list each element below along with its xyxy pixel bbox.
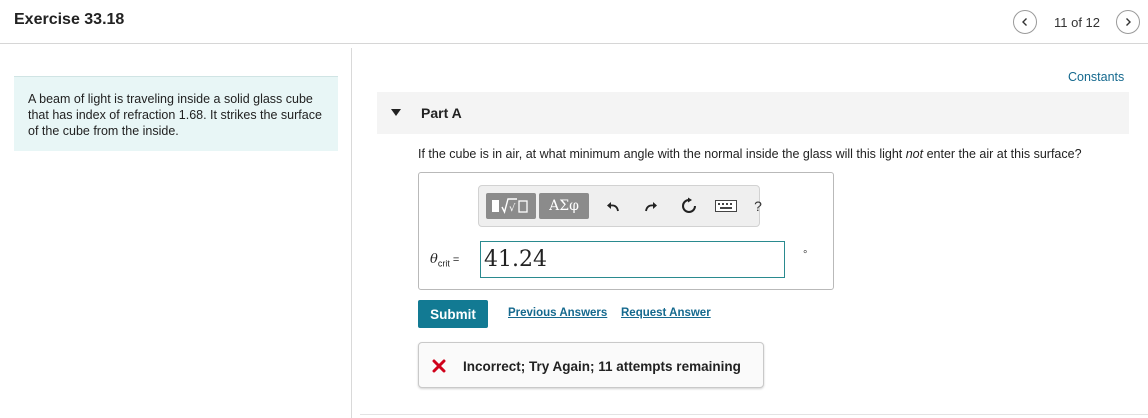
- part-a-header[interactable]: Part A: [377, 92, 1129, 134]
- previous-item-button[interactable]: [1013, 10, 1037, 34]
- help-button[interactable]: ?: [751, 193, 765, 219]
- redo-button[interactable]: [639, 193, 661, 219]
- redo-icon: [645, 202, 657, 212]
- x-icon: [432, 359, 446, 373]
- column-divider: [351, 48, 352, 418]
- part-label: Part A: [421, 105, 462, 121]
- problem-text: A beam of light is traveling inside a so…: [28, 92, 322, 138]
- undo-button[interactable]: [603, 193, 625, 219]
- answer-variable-label: θcrit =: [430, 252, 459, 269]
- request-answer-link[interactable]: Request Answer: [621, 307, 711, 319]
- template-icon: √: [492, 198, 528, 214]
- degree-unit: °: [803, 249, 808, 261]
- answer-input[interactable]: [480, 241, 785, 278]
- question-text: If the cube is in air, at what minimum a…: [418, 147, 1082, 161]
- template-button[interactable]: √: [486, 193, 536, 219]
- question-text-before: If the cube is in air, at what minimum a…: [418, 147, 906, 161]
- question-text-after: enter the air at this surface?: [923, 147, 1082, 161]
- next-item-button[interactable]: [1116, 10, 1140, 34]
- chevron-right-icon: [1126, 18, 1131, 26]
- feedback-text: Incorrect; Try Again; 11 attempts remain…: [463, 359, 741, 374]
- equals-sign: =: [452, 254, 460, 266]
- keyboard-button[interactable]: [715, 193, 737, 219]
- chevron-left-icon: [1022, 18, 1027, 26]
- variable-symbol: θ: [430, 252, 438, 267]
- question-emphasis: not: [905, 147, 924, 161]
- problem-statement: A beam of light is traveling inside a so…: [14, 76, 338, 151]
- submit-button[interactable]: Submit: [418, 300, 488, 328]
- svg-text:√: √: [509, 203, 516, 214]
- math-toolbar: √ ΑΣφ ?: [478, 185, 762, 227]
- keyboard-icon: [715, 200, 737, 212]
- header-bar: Exercise 33.18 11 of 12: [0, 0, 1148, 44]
- bottom-divider: [360, 414, 1148, 415]
- page-indicator: 11 of 12: [1054, 15, 1101, 30]
- reset-icon: [682, 197, 696, 213]
- greek-letters-button[interactable]: ΑΣφ: [539, 193, 589, 219]
- undo-icon: [607, 202, 619, 212]
- previous-answers-link[interactable]: Previous Answers: [508, 307, 607, 319]
- exercise-title: Exercise 33.18: [14, 11, 125, 28]
- collapse-caret-icon[interactable]: [391, 109, 401, 116]
- answer-box: √ ΑΣφ ? θcrit= °: [418, 172, 834, 290]
- constants-link[interactable]: Constants: [1068, 70, 1124, 84]
- feedback-box: Incorrect; Try Again; 11 attempts remain…: [418, 342, 764, 388]
- variable-subscript: crit: [437, 258, 450, 269]
- reset-button[interactable]: [678, 193, 700, 219]
